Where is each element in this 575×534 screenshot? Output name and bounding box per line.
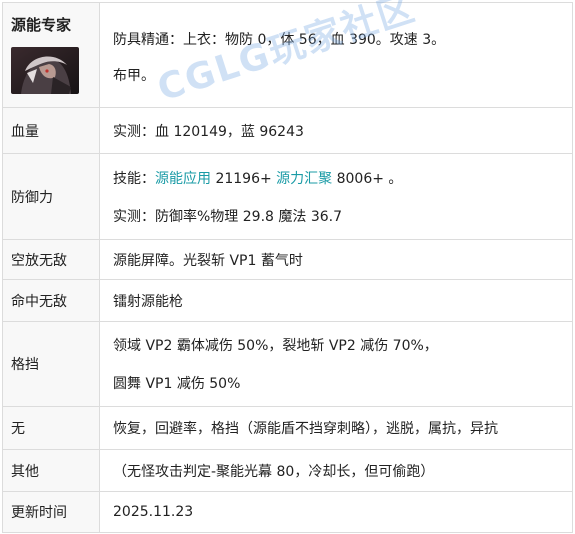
hp-value: 实测：血 120149，蓝 96243 [99, 107, 573, 154]
armor-type-text: 布甲。 [113, 68, 155, 84]
updated-value: 2025.11.23 [99, 491, 573, 533]
hp-row: 血量 实测：血 120149，蓝 96243 [2, 107, 573, 154]
updated-row: 更新时间 2025.11.23 [2, 491, 573, 533]
character-portrait [11, 47, 79, 94]
updated-label: 更新时间 [2, 491, 100, 533]
block-label: 格挡 [2, 321, 100, 407]
defense-skill-line: 技能：源能应用 21196+ 源力汇聚 8006+ 。 [113, 168, 572, 188]
defense-row: 防御力 技能：源能应用 21196+ 源力汇聚 8006+ 。 实测：防御率%物… [2, 153, 573, 240]
header-value: 防具精通：上衣：物防 0，体 56，血 390。攻速 3。 布甲。 [99, 2, 573, 108]
skill2-value: 8006+ 。 [332, 170, 403, 187]
skill-link-energy-apply[interactable]: 源能应用 [155, 171, 211, 187]
none-value: 恢复，回避率，格挡（源能盾不挡穿刺略），逃脱，属抗，异抗 [99, 406, 573, 450]
defense-measured: 实测：防御率%物理 29.8 魔法 36.7 [113, 208, 342, 225]
hit-invincible-label: 命中无敌 [2, 279, 100, 322]
armor-mastery-text: 防具精通：上衣：物防 0，体 56，血 390。攻速 3。 [113, 32, 446, 48]
character-name: 源能专家 [11, 16, 72, 34]
hit-invincible-value: 镭射源能枪 [99, 279, 573, 322]
header-cell: 源能专家 [2, 2, 100, 108]
skill-prefix: 技能： [113, 170, 155, 187]
air-invincible-value: 源能屏障。光裂斩 VP1 蓄气时 [99, 239, 573, 280]
defense-label: 防御力 [2, 153, 100, 240]
hit-invincible-row: 命中无敌 镭射源能枪 [2, 279, 573, 322]
hp-label: 血量 [2, 107, 100, 154]
header-row: 源能专家 防具精通：上衣：物防 0，体 56，血 390。攻速 3。 布甲。 [2, 2, 573, 108]
skill1-value: 21196+ [211, 170, 277, 187]
other-row: 其他 （无怪攻击判定-聚能光幕 80，冷却长，但可偷跑） [2, 449, 573, 492]
block-row: 格挡 领域 VP2 霸体减伤 50%，裂地斩 VP2 减伤 70%， 圆舞 VP… [2, 321, 573, 407]
defense-value: 技能：源能应用 21196+ 源力汇聚 8006+ 。 实测：防御率%物理 29… [99, 153, 573, 240]
skill-link-energy-gather[interactable]: 源力汇聚 [276, 171, 332, 187]
block-line-2: 圆舞 VP1 减伤 50% [113, 376, 241, 392]
other-label: 其他 [2, 449, 100, 492]
other-value: （无怪攻击判定-聚能光幕 80，冷却长，但可偷跑） [99, 449, 573, 492]
none-row: 无 恢复，回避率，格挡（源能盾不挡穿刺略），逃脱，属抗，异抗 [2, 406, 573, 450]
air-invincible-label: 空放无敌 [2, 239, 100, 280]
block-line-1: 领域 VP2 霸体减伤 50%，裂地斩 VP2 减伤 70%， [113, 338, 438, 354]
block-value: 领域 VP2 霸体减伤 50%，裂地斩 VP2 减伤 70%， 圆舞 VP1 减… [99, 321, 573, 407]
air-invincible-row: 空放无敌 源能屏障。光裂斩 VP1 蓄气时 [2, 239, 573, 280]
info-table: 源能专家 防具精通：上衣：物防 0，体 56，血 390。攻速 3。 布甲。 血… [2, 2, 573, 533]
none-label: 无 [2, 406, 100, 450]
